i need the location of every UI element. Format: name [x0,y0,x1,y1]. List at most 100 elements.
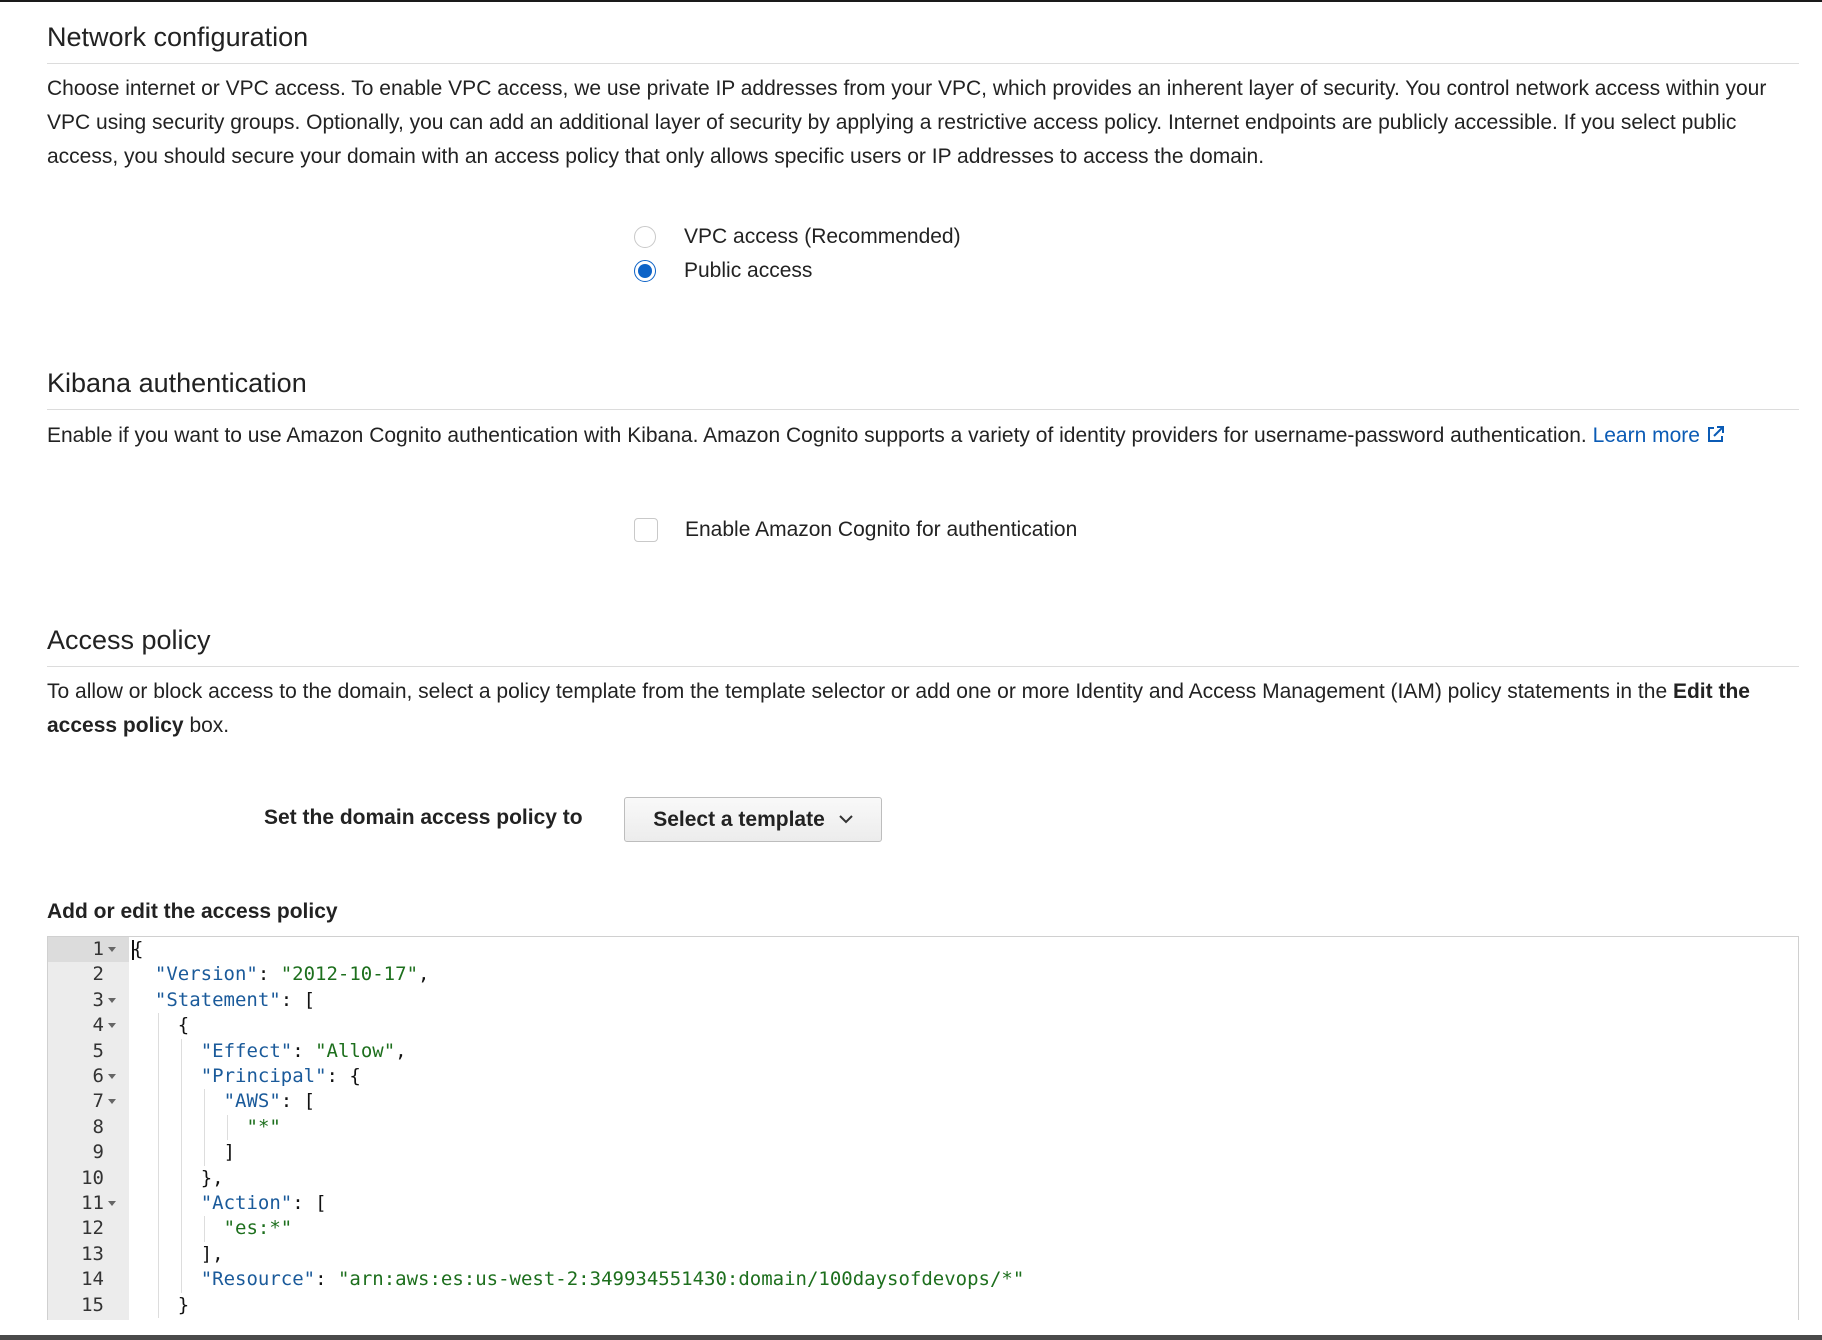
indent-guide [203,1114,205,1141]
network-config-title: Network configuration [47,22,309,52]
vpc-access-option[interactable]: VPC access (Recommended) [634,225,961,249]
code-line: 8 "*" [48,1114,1798,1141]
line-number: 6 [92,1065,104,1087]
section-divider [47,666,1799,667]
network-config-description: Choose internet or VPC access. To enable… [47,77,1767,168]
section-divider [47,63,1799,64]
code-line: 13], [48,1241,1798,1268]
indent-guide [180,1191,182,1217]
indent-guide [180,1064,182,1090]
json-string: "Allow" [315,1039,396,1062]
json-punct: } [177,1293,190,1316]
indent-guide [180,1241,182,1268]
code-line: 11 "Action": [ [48,1191,1798,1217]
line-number: 9 [92,1141,104,1164]
fold-arrow-icon[interactable] [108,1074,116,1079]
line-number: 8 [92,1115,104,1138]
line-number: 10 [81,1166,104,1189]
json-punct: , [418,963,430,986]
code-line: 10}, [48,1165,1798,1191]
code-text: "Action": [ [201,1191,327,1216]
public-access-label: Public access [684,259,813,282]
fold-arrow-icon[interactable] [108,947,116,952]
json-punct: : [ [280,988,316,1011]
code-text: "Principal": { [201,1064,361,1089]
code-text: } [178,1293,189,1318]
code-line: 3 "Statement": [ [48,988,1798,1013]
vpc-access-radio[interactable] [634,226,656,248]
select-template-dropdown[interactable]: Select a template [624,797,882,842]
code-text: "Effect": "Allow", [201,1039,407,1064]
indent-guide [180,1267,182,1293]
indent-guide [180,1038,182,1064]
indent-guide [203,1140,205,1166]
json-string: "2012-10-17" [280,963,419,986]
indent-guide [157,1216,159,1242]
edit-policy-title: Add or edit the access policy [47,900,338,923]
indent-guide [157,1064,159,1090]
json-key: "Resource" [200,1268,316,1291]
access-policy-desc-post: box. [189,714,230,737]
json-string: "*" [246,1115,281,1138]
code-line: 14 "Resource": "arn:aws:es:us-west-2:3499… [48,1267,1798,1293]
json-punct: : [ [292,1192,327,1214]
json-string: "es:*" [223,1217,293,1240]
json-punct: : { [326,1065,361,1087]
line-number: 13 [81,1242,104,1265]
indent-guide [157,1292,159,1318]
access-policy-description: To allow or block access to the domain, … [47,675,1799,743]
json-punct: { [177,1014,190,1037]
cognito-checkbox[interactable] [634,518,658,542]
json-key: "Principal" [200,1065,327,1087]
json-punct: , [395,1039,407,1062]
code-line: 2 "Version": "2012-10-17", [48,962,1798,987]
access-policy-title: Access policy [47,625,211,655]
json-string: "arn:aws:es:us-west-2:349934551430:domai… [337,1268,1025,1291]
learn-more-text: Learn more [1592,424,1700,447]
indent-guide [226,1114,228,1141]
line-number: 5 [92,1039,104,1062]
fold-arrow-icon[interactable] [108,1099,116,1105]
json-punct: ] [223,1141,236,1164]
text-cursor [132,940,134,960]
indent-guide [157,1191,159,1217]
kibana-auth-title: Kibana authentication [47,368,307,398]
indent-guide [180,1216,182,1242]
fold-arrow-icon[interactable] [108,1201,116,1206]
line-number: 2 [92,963,104,986]
learn-more-link[interactable]: Learn more [1593,424,1726,447]
line-number: 11 [81,1192,104,1214]
code-text: "AWS": [ [224,1089,316,1114]
indent-guide [157,1038,159,1064]
code-line: 15} [48,1292,1798,1318]
json-punct: : [ [280,1090,316,1113]
indent-guide [180,1165,182,1191]
policy-code-editor[interactable]: 1{2 "Version": "2012-10-17", 3 "Statement":… [47,936,1799,1320]
json-key: "Effect" [200,1039,293,1062]
json-punct: : [292,1039,316,1062]
indent-guide [180,1114,182,1141]
code-text: "Statement": [ [155,988,315,1013]
json-punct: ], [200,1242,224,1265]
code-text: "*" [247,1115,281,1140]
bottom-border [0,1335,1822,1340]
top-border [0,0,1822,2]
vpc-access-label: VPC access (Recommended) [684,225,961,248]
code-line: 12 "es:*" [48,1216,1798,1242]
line-number: 12 [81,1217,104,1240]
indent-guide [157,1114,159,1141]
json-key: "Version" [154,963,258,986]
public-access-radio[interactable] [634,260,656,282]
fold-arrow-icon[interactable] [108,997,116,1003]
line-number: 7 [92,1090,104,1113]
code-line: 1{ [48,937,1798,962]
code-text: "es:*" [224,1216,293,1241]
code-line: 5 "Effect": "Allow", [48,1038,1798,1064]
indent-guide [180,1089,182,1115]
set-domain-policy-label: Set the domain access policy to [264,806,583,829]
cognito-option[interactable]: Enable Amazon Cognito for authentication [634,518,1077,542]
public-access-option[interactable]: Public access [634,259,812,283]
indent-guide [157,1165,159,1191]
fold-arrow-icon[interactable] [108,1023,116,1029]
code-text: ], [201,1242,224,1267]
